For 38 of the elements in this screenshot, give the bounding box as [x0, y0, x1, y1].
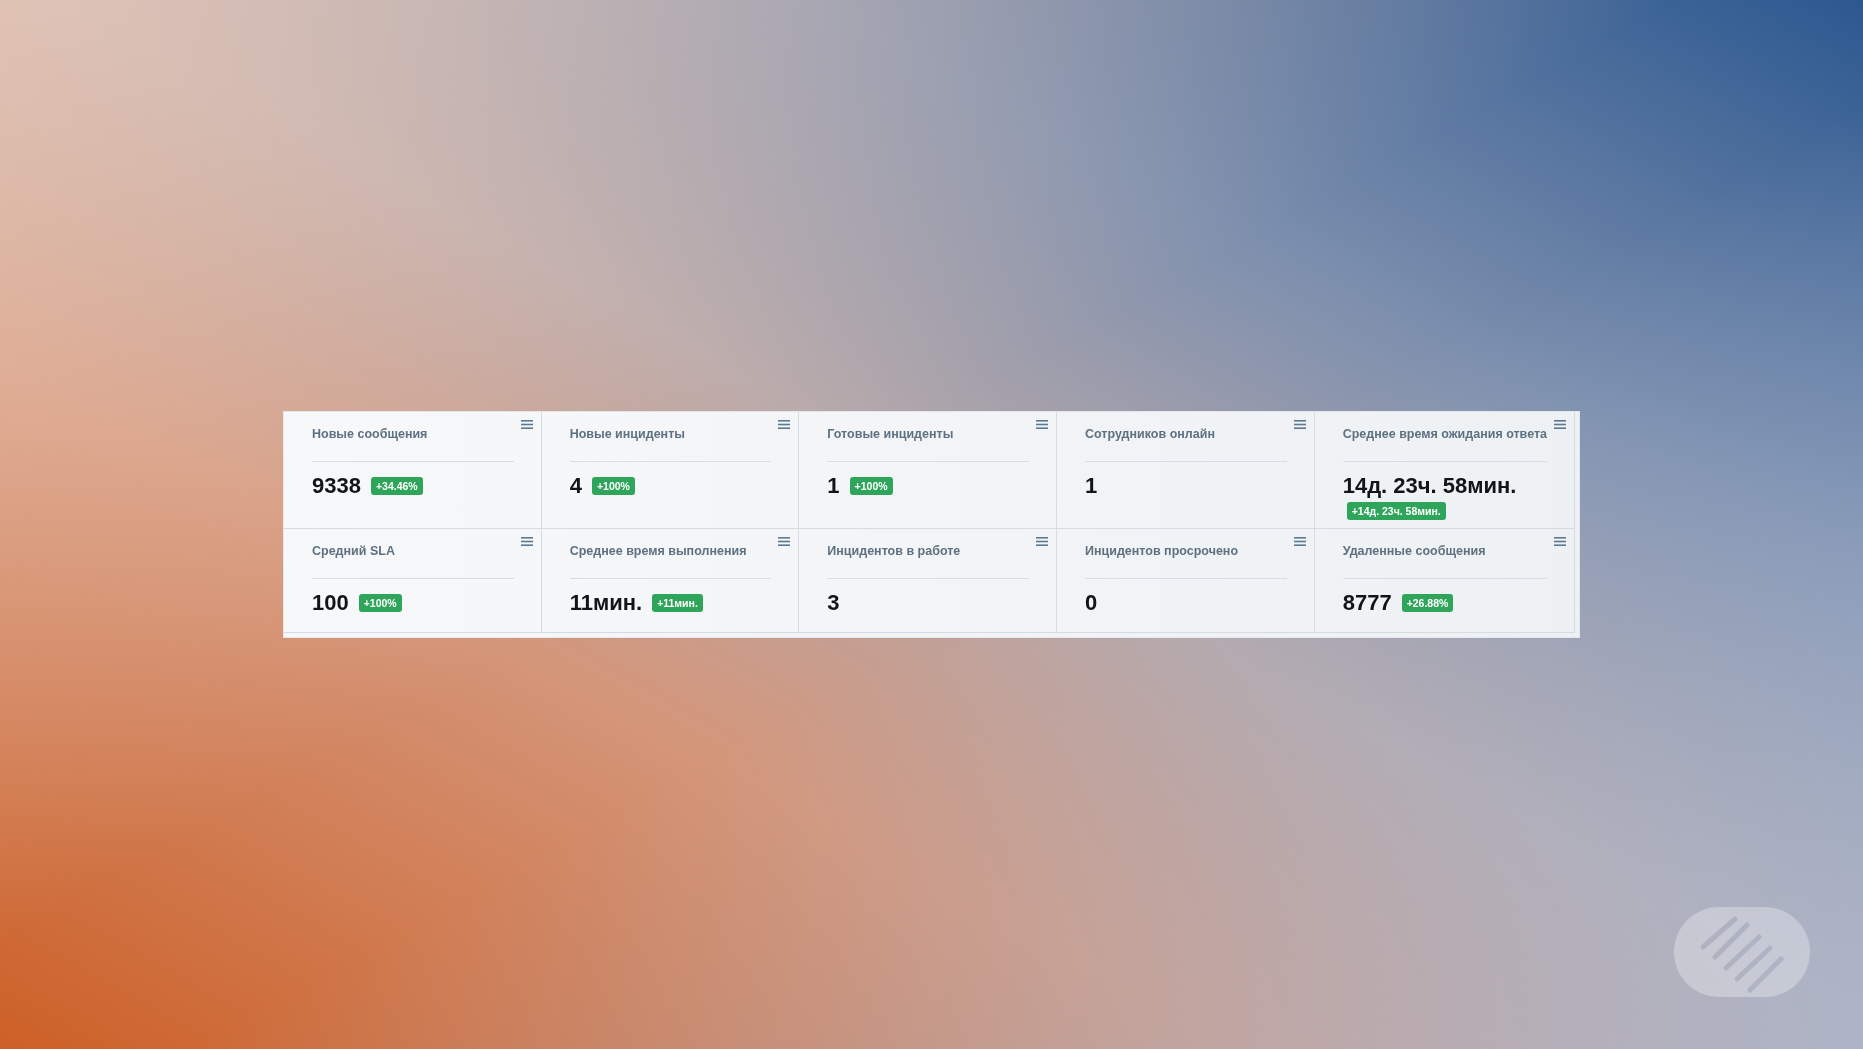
- menu-icon[interactable]: [1036, 537, 1048, 546]
- menu-icon[interactable]: [1293, 537, 1306, 546]
- widget-value: 100: [312, 590, 349, 616]
- menu-icon[interactable]: [1554, 537, 1566, 546]
- widget-value: 14д. 23ч. 58мин.: [1342, 473, 1517, 499]
- logo-icon: [1674, 907, 1810, 997]
- menu-icon[interactable]: [1554, 420, 1566, 429]
- menu-icon[interactable]: [778, 537, 791, 546]
- change-badge: +11мин.: [652, 594, 703, 612]
- change-badge: +100%: [591, 477, 635, 495]
- widget-value: 8777: [1342, 590, 1392, 616]
- widget-value: 3: [827, 590, 840, 616]
- menu-icon[interactable]: [778, 420, 791, 429]
- widget-value: 1: [827, 473, 840, 499]
- widget-title: Новые сообщения: [312, 426, 429, 442]
- change-badge: +100%: [358, 594, 402, 612]
- change-badge: +100%: [849, 477, 893, 495]
- widget-title: Среднее время выполнения: [569, 543, 748, 559]
- menu-icon[interactable]: [1036, 420, 1048, 429]
- widget-title: Средний SLA: [312, 543, 396, 559]
- menu-icon[interactable]: [1293, 420, 1306, 429]
- menu-icon[interactable]: [520, 420, 533, 429]
- widget-value: 9338: [312, 473, 361, 499]
- widget-title: Готовые инциденты: [827, 426, 955, 442]
- widget-title: Новые инциденты: [569, 426, 686, 442]
- widget-value: 0: [1085, 590, 1098, 616]
- widget-title: Инцидентов просрочено: [1085, 543, 1240, 559]
- menu-icon[interactable]: [520, 537, 533, 546]
- widget-title: Сотрудников онлайн: [1085, 426, 1216, 442]
- change-badge: +34.46%: [370, 477, 423, 495]
- widget-title: Удаленные сообщения: [1342, 543, 1487, 559]
- change-badge: +14д. 23ч. 58мин.: [1346, 502, 1446, 520]
- change-badge: +26.88%: [1401, 594, 1454, 612]
- widget-value: 1: [1085, 473, 1098, 499]
- widget-title: Среднее время ожидания ответа: [1342, 426, 1547, 442]
- widget-value: 11мин.: [569, 590, 643, 616]
- widget-title: Инцидентов в работе: [827, 543, 962, 559]
- widget-value: 4: [569, 473, 582, 499]
